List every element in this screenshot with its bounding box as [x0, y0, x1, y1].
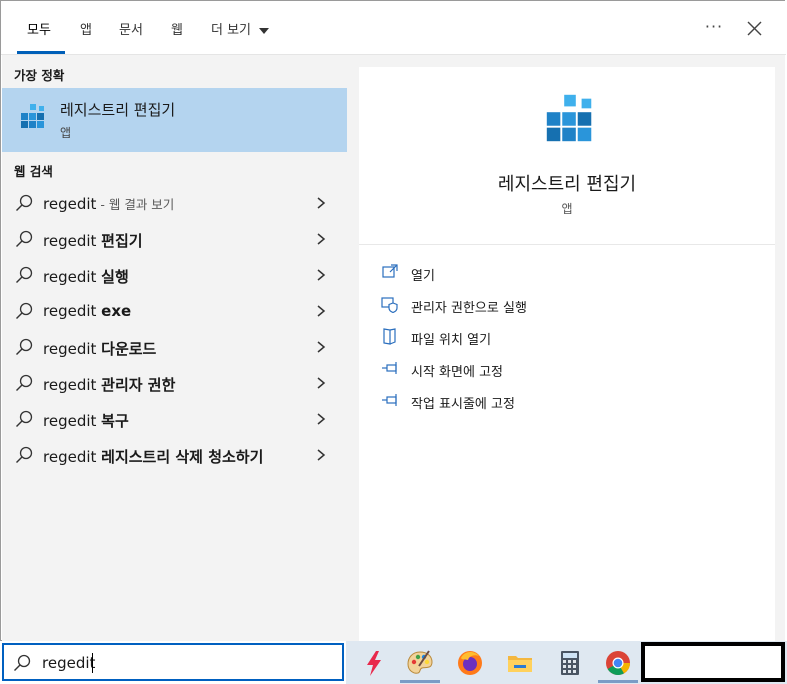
lightning-app-icon[interactable]	[359, 648, 389, 678]
web-result-row[interactable]: regedit 레지스트리 삭제 청소하기	[2, 437, 347, 473]
web-result-query: regedit	[43, 412, 102, 430]
paint-palette-icon[interactable]	[405, 648, 435, 678]
web-result-query: regedit	[43, 302, 102, 320]
active-app-indicator	[598, 680, 638, 683]
chevron-right-icon	[317, 305, 326, 317]
search-icon	[16, 410, 33, 427]
registry-editor-icon	[546, 94, 592, 142]
search-icon	[16, 194, 33, 211]
best-match-heading: 가장 정확	[14, 68, 65, 83]
calculator-icon[interactable]	[555, 648, 585, 678]
caret-down-icon	[259, 27, 270, 34]
tab-all[interactable]: 모두	[27, 19, 51, 38]
open-action[interactable]: 열기	[381, 263, 761, 287]
best-match-item[interactable]: 레지스트리 편집기 앱	[2, 88, 347, 152]
web-result-query: regedit	[43, 448, 102, 466]
chevron-right-icon	[317, 269, 326, 281]
active-app-indicator	[400, 680, 440, 683]
web-result-query: regedit	[43, 268, 102, 286]
web-result-row[interactable]: regedit exe	[2, 293, 347, 329]
web-result-suffix: - 웹 결과 보기	[96, 197, 175, 212]
web-result-row[interactable]: regedit 관리자 권한	[2, 365, 347, 401]
web-result-bold: 레지스트리 삭제 청소하기	[101, 448, 264, 466]
registry-editor-icon	[21, 104, 44, 128]
chevron-right-icon	[317, 197, 326, 209]
details-pane-wrapper: 레지스트리 편집기 앱 열기 관리자 권한으로 실행 파일 위치 열기 시작 화…	[349, 55, 785, 641]
chrome-icon[interactable]	[603, 648, 633, 678]
file-location-icon	[383, 328, 396, 345]
web-search-heading: 웹 검색	[14, 164, 53, 179]
tab-web[interactable]: 웹	[171, 19, 183, 38]
web-result-row[interactable]: regedit 다운로드	[2, 329, 347, 365]
best-match-type: 앱	[60, 126, 72, 140]
shield-icon	[381, 297, 398, 313]
close-button[interactable]	[741, 15, 767, 41]
firefox-icon[interactable]	[455, 648, 485, 678]
open-icon	[382, 264, 398, 278]
search-icon	[16, 374, 33, 391]
app-type: 앱	[561, 202, 573, 216]
web-result-bold: 실행	[101, 268, 129, 286]
search-icon	[16, 266, 33, 283]
tab-bar: 모두 앱 문서 웹 더 보기 ···	[1, 1, 786, 55]
search-window: 모두 앱 문서 웹 더 보기 ··· 가장 정확 레지스트리 편집기 앱 웹 검…	[0, 0, 786, 641]
web-result-query: regedit	[43, 195, 97, 213]
app-title: 레지스트리 편집기	[497, 174, 637, 195]
results-pane: 가장 정확 레지스트리 편집기 앱 웹 검색 regedit - 웹 결과 보기	[2, 55, 349, 641]
search-icon	[16, 446, 33, 463]
web-result-bold: 편집기	[101, 232, 143, 250]
search-input[interactable]: regedit	[2, 643, 344, 681]
best-match-name: 레지스트리 편집기	[60, 101, 176, 119]
chevron-right-icon	[317, 413, 326, 425]
tab-documents[interactable]: 문서	[119, 19, 143, 38]
action-label: 열기	[411, 269, 435, 284]
search-icon	[16, 338, 33, 355]
search-query: regedit	[42, 654, 96, 672]
web-result-bold: 복구	[101, 412, 129, 430]
web-result-query: regedit	[43, 376, 102, 394]
search-icon	[16, 302, 33, 319]
close-icon	[747, 21, 762, 36]
file-explorer-icon[interactable]	[505, 648, 535, 678]
chevron-right-icon	[317, 449, 326, 461]
action-label: 관리자 권한으로 실행	[411, 301, 527, 316]
action-label: 시작 화면에 고정	[411, 365, 503, 380]
pin-icon	[382, 394, 397, 406]
web-result-bold: 다운로드	[101, 340, 157, 358]
more-options-button[interactable]: ···	[701, 15, 727, 41]
chevron-right-icon	[317, 377, 326, 389]
web-result-row[interactable]: regedit 편집기	[2, 221, 347, 257]
action-label: 파일 위치 열기	[411, 333, 492, 348]
pin-icon	[382, 362, 397, 374]
search-icon	[16, 230, 33, 247]
active-tab-indicator	[17, 51, 65, 54]
open-file-location-action[interactable]: 파일 위치 열기	[381, 327, 761, 351]
chevron-right-icon	[317, 341, 326, 353]
web-result-bold: 관리자 권한	[101, 376, 176, 394]
details-pane: 레지스트리 편집기 앱 열기 관리자 권한으로 실행 파일 위치 열기 시작 화…	[359, 67, 775, 641]
web-result-row[interactable]: regedit 실행	[2, 257, 347, 293]
tab-more-label: 더 보기	[211, 23, 252, 38]
web-result-row[interactable]: regedit - 웹 결과 보기	[2, 185, 347, 221]
tab-apps[interactable]: 앱	[80, 19, 92, 38]
web-result-query: regedit	[43, 340, 102, 358]
tab-more[interactable]: 더 보기	[211, 19, 270, 38]
action-label: 작업 표시줄에 고정	[411, 397, 515, 412]
web-result-query: regedit	[43, 232, 102, 250]
web-result-row[interactable]: regedit 복구	[2, 401, 347, 437]
chevron-right-icon	[317, 233, 326, 245]
run-as-admin-action[interactable]: 관리자 권한으로 실행	[381, 295, 761, 319]
notification-area	[641, 642, 785, 682]
divider	[359, 244, 775, 245]
pin-to-start-action[interactable]: 시작 화면에 고정	[381, 359, 761, 383]
text-cursor	[92, 653, 93, 673]
pin-to-taskbar-action[interactable]: 작업 표시줄에 고정	[381, 391, 761, 415]
search-icon	[14, 654, 31, 671]
web-result-bold: exe	[101, 302, 132, 320]
